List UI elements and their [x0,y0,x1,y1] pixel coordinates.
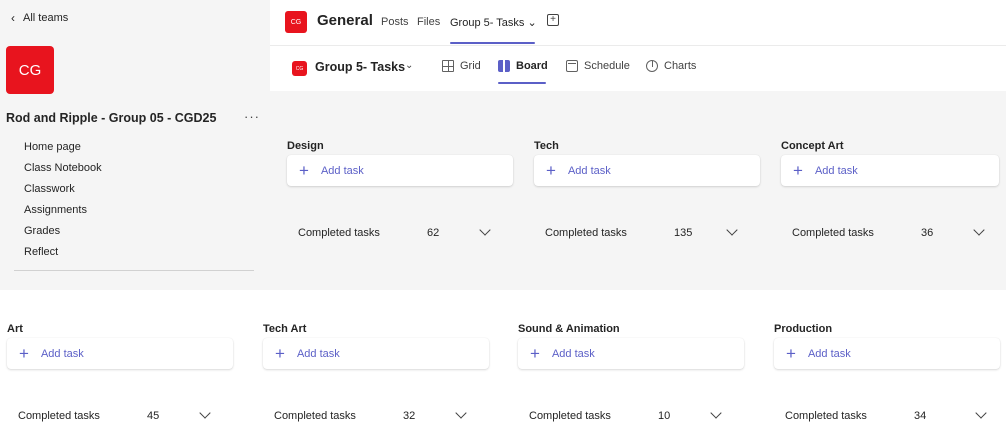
view-tab-schedule[interactable]: Schedule [566,60,630,72]
add-task-button[interactable]: + Add task [781,155,999,186]
add-task-label: Add task [296,347,340,360]
add-task-button[interactable]: + Add task [774,338,1000,369]
sidebar-item-class-notebook[interactable]: Class Notebook [24,160,102,181]
plus-icon: + [19,344,29,363]
chevron-down-icon[interactable]: ⌄ [405,60,413,71]
completed-tasks-label: Completed tasks [274,410,356,422]
bucket-title: Concept Art [781,140,844,152]
charts-icon [646,60,658,72]
all-teams-link[interactable]: ‹ All teams [11,12,68,24]
view-tab-grid[interactable]: Grid [442,60,481,72]
chevron-down-icon [455,407,467,419]
all-teams-label: All teams [23,12,69,24]
completed-count: 135 [674,227,693,239]
chevron-down-icon [726,224,738,236]
chevron-down-icon [479,224,491,236]
team-sidebar: ‹ All teams CG Rod and Ripple - Group 05… [0,0,270,290]
plus-icon: + [530,344,540,363]
schedule-icon [566,60,578,72]
board-icon [498,60,510,72]
completed-tasks-toggle[interactable]: Completed tasks 10 [518,406,744,426]
add-task-label: Add task [40,347,84,360]
completed-count: 36 [921,227,934,239]
completed-tasks-toggle[interactable]: Completed tasks 45 [7,406,233,426]
view-tab-label: Grid [460,60,481,72]
add-task-button[interactable]: + Add task [7,338,233,369]
planner-toolbar: CG Group 5- Tasks ⌄ Grid Board Schedule … [270,45,1006,91]
bucket-title: Sound & Animation [518,323,620,335]
view-tab-label: Board [516,60,548,72]
tab-posts[interactable]: Posts [381,16,409,28]
sidebar-item-classwork[interactable]: Classwork [24,181,102,202]
completed-count: 34 [914,410,927,422]
sidebar-item-reflect[interactable]: Reflect [24,244,102,265]
completed-tasks-label: Completed tasks [792,227,874,239]
channel-title: General [317,12,373,29]
completed-count: 45 [147,410,160,422]
tab-files[interactable]: Files [417,16,440,28]
completed-tasks-toggle[interactable]: Completed tasks 135 [534,223,760,243]
bucket-title: Production [774,323,833,335]
bucket-title: Tech [534,140,559,152]
chevron-down-icon [710,407,722,419]
plus-icon: + [793,161,803,180]
completed-tasks-toggle[interactable]: Completed tasks 32 [263,406,489,426]
chevron-down-icon [199,407,211,419]
plus-icon: + [275,344,285,363]
add-tab-icon[interactable]: + [547,14,559,26]
chevron-left-icon: ‹ [11,11,15,25]
team-name: Rod and Ripple - Group 05 - CGD25 [6,111,217,125]
view-tab-label: Schedule [584,60,630,72]
bucket-title: Art [7,323,23,335]
channel-header: CG General Posts Files Group 5- Tasks ⌄ … [270,0,1006,45]
sidebar-item-assignments[interactable]: Assignments [24,202,102,223]
add-task-label: Add task [567,164,611,177]
completed-tasks-label: Completed tasks [545,227,627,239]
completed-tasks-label: Completed tasks [785,410,867,422]
plan-title[interactable]: Group 5- Tasks [315,60,405,74]
completed-count: 10 [658,410,671,422]
channel-avatar: CG [285,11,307,33]
add-task-button[interactable]: + Add task [534,155,760,186]
bucket-title: Tech Art [263,323,307,335]
plus-icon: + [299,161,309,180]
plan-icon: CG [292,61,307,76]
completed-count: 32 [403,410,416,422]
add-task-label: Add task [320,164,364,177]
team-avatar[interactable]: CG [6,46,54,94]
sidebar-item-grades[interactable]: Grades [24,223,102,244]
tab-group-5-tasks[interactable]: Group 5- Tasks ⌄ [450,16,537,29]
completed-tasks-toggle[interactable]: Completed tasks 36 [781,223,999,243]
active-tab-indicator [450,42,535,44]
completed-tasks-toggle[interactable]: Completed tasks 62 [287,223,513,243]
add-task-label: Add task [814,164,858,177]
add-task-label: Add task [551,347,595,360]
add-task-button[interactable]: + Add task [518,338,744,369]
plus-icon: + [786,344,796,363]
completed-tasks-label: Completed tasks [298,227,380,239]
completed-tasks-label: Completed tasks [529,410,611,422]
team-nav: Home page Class Notebook Classwork Assig… [24,139,102,265]
add-task-label: Add task [807,347,851,360]
completed-tasks-toggle[interactable]: Completed tasks 34 [774,406,1006,426]
completed-tasks-label: Completed tasks [18,410,100,422]
more-options-icon[interactable]: ··· [244,109,260,124]
plus-icon: + [546,161,556,180]
view-tab-charts[interactable]: Charts [646,60,696,72]
bucket-title: Design [287,140,324,152]
active-view-indicator [498,82,546,84]
completed-count: 62 [427,227,440,239]
view-tab-board[interactable]: Board [498,60,548,72]
view-tab-label: Charts [664,60,697,72]
add-task-button[interactable]: + Add task [263,338,489,369]
grid-icon [442,60,454,72]
divider [14,270,254,271]
add-task-button[interactable]: + Add task [287,155,513,186]
chevron-down-icon [975,407,987,419]
chevron-down-icon [973,224,985,236]
sidebar-item-home-page[interactable]: Home page [24,139,102,160]
